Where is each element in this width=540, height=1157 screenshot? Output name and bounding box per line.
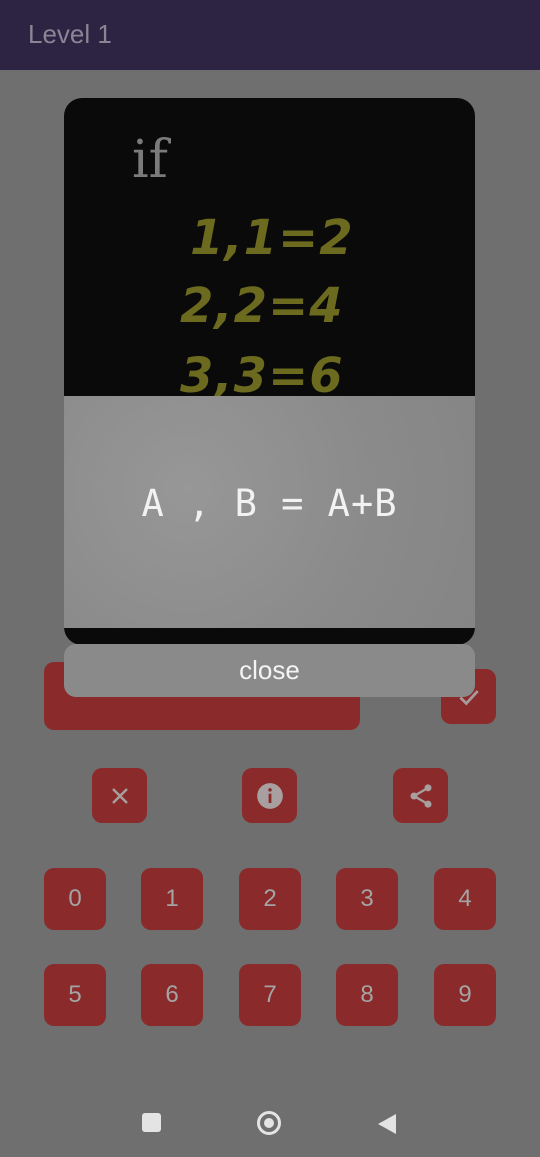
key-3[interactable]: 3 <box>336 868 398 930</box>
page-title: Level 1 <box>28 19 112 49</box>
hint-equation-2: 2,2=4 <box>180 278 344 334</box>
info-button[interactable] <box>242 768 297 823</box>
app-bar: Level 1 <box>0 0 540 70</box>
hint-image-if: if <box>132 130 168 190</box>
key-1[interactable]: 1 <box>141 868 203 930</box>
hint-equation-1: 1,1=2 <box>190 210 354 266</box>
share-icon <box>410 783 431 808</box>
info-icon <box>256 782 283 809</box>
hint-paper: A , B = A+B <box>64 396 475 628</box>
key-6[interactable]: 6 <box>141 964 203 1026</box>
close-icon <box>111 787 128 804</box>
hint-formula: A , B = A+B <box>141 482 398 525</box>
key-2[interactable]: 2 <box>239 868 301 930</box>
square-icon[interactable] <box>142 1113 161 1132</box>
triangle-back-icon[interactable] <box>376 1112 398 1140</box>
share-button[interactable] <box>393 768 448 823</box>
clear-button[interactable] <box>92 768 147 823</box>
close-button[interactable]: close <box>64 644 475 697</box>
key-5[interactable]: 5 <box>44 964 106 1026</box>
key-4[interactable]: 4 <box>434 868 496 930</box>
key-9[interactable]: 9 <box>434 964 496 1026</box>
key-0[interactable]: 0 <box>44 868 106 930</box>
hint-dialog: if 1,1=2 2,2=4 3,3=6 A , B = A+B <box>64 98 475 645</box>
key-7[interactable]: 7 <box>239 964 301 1026</box>
key-8[interactable]: 8 <box>336 964 398 1026</box>
circle-icon[interactable] <box>256 1110 282 1140</box>
